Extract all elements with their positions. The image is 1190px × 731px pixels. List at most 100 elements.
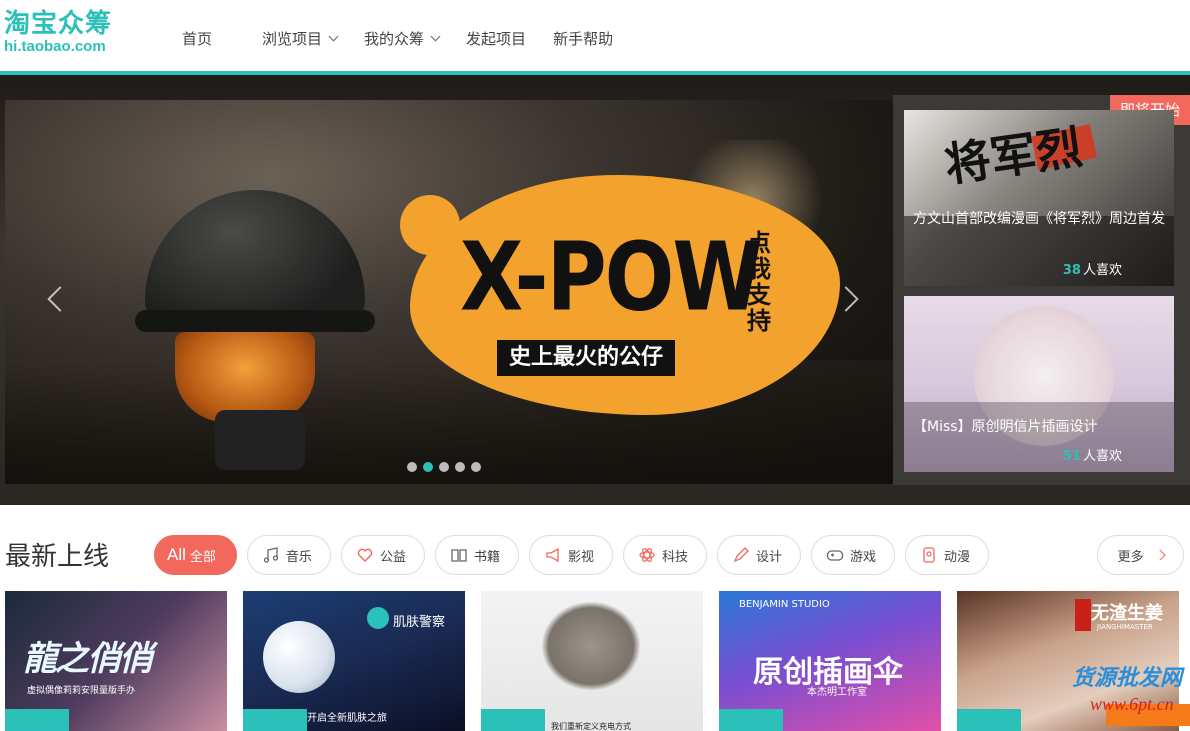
main-nav: 首页 浏览项目 我的众筹 发起项目 新手帮助 xyxy=(168,24,640,52)
likes-count: 38 xyxy=(1062,263,1081,278)
carousel-dot[interactable] xyxy=(471,462,481,472)
filter-chip-all[interactable]: All 全部 xyxy=(154,535,237,575)
filter-label: 影视 xyxy=(567,549,594,565)
nav-home[interactable]: 首页 xyxy=(182,24,212,52)
filter-label: 公益 xyxy=(379,549,406,565)
carousel-dot[interactable] xyxy=(423,462,433,472)
filter-label: 动漫 xyxy=(944,549,971,565)
thumb-subtitle: 虚拟偶像莉莉安限量版手办 xyxy=(27,686,136,696)
carousel-banner[interactable]: X-POW 点我支持 史上最火的公仔 xyxy=(5,100,893,484)
project-thumb[interactable]: 我们重新定义充电方式 xyxy=(481,591,703,731)
logo-domain: hi.taobao.com xyxy=(4,38,106,55)
skin-run-logo-icon xyxy=(367,607,389,629)
filter-label: 科技 xyxy=(661,549,688,565)
filter-label: 书籍 xyxy=(473,549,500,565)
latest-section-title: 最新上线 xyxy=(5,542,110,572)
project-thumb[interactable]: 龍之俏俏 虚拟偶像莉莉安限量版手办 xyxy=(5,591,227,731)
carousel-dot[interactable] xyxy=(407,462,417,472)
xpow-toy-figure xyxy=(135,190,385,470)
project-thumb[interactable]: 肌肤警察 开启全新肌肤之旅 xyxy=(243,591,465,731)
status-badge xyxy=(957,709,1021,731)
status-badge xyxy=(5,709,69,731)
seal-stamp xyxy=(1075,599,1091,631)
banner-support-cta[interactable]: 点我支持 xyxy=(743,230,775,334)
pencil-icon xyxy=(732,546,750,564)
more-label: 更多 xyxy=(1117,549,1144,565)
nav-start-label: 发起项目 xyxy=(466,29,527,48)
more-button[interactable]: 更多 xyxy=(1097,535,1184,575)
nav-browse-projects[interactable]: 浏览项目 xyxy=(262,24,339,52)
card-likes: 38 人喜欢 xyxy=(1063,259,1122,278)
category-filters: All 全部 音乐 公益 书籍 影视 科技 设计 游戏 动漫 xyxy=(154,535,999,575)
card-title: 方文山首部改编漫画《将军烈》周边首发 xyxy=(913,211,1165,227)
card-art-title: 将军烈 xyxy=(941,119,1086,193)
status-badge xyxy=(719,709,783,731)
thumb-subtitle: JIANGHIMASTER xyxy=(1097,623,1153,631)
taobao-zhongchou-logo[interactable]: 淘宝众筹 hi.taobao.com xyxy=(4,10,144,60)
filter-label: 全部 xyxy=(189,549,216,565)
toy-helmet xyxy=(145,190,365,330)
filter-chip-music[interactable]: 音乐 xyxy=(246,535,331,575)
watermark-text: 货源批发网 xyxy=(1072,666,1183,691)
carousel-dot[interactable] xyxy=(439,462,449,472)
status-badge xyxy=(243,709,307,731)
site-watermark: 货源批发网 www.6pt.cn xyxy=(1040,658,1190,726)
book-icon xyxy=(450,546,468,564)
thumb-brand: BENJAMIN STUDIO xyxy=(739,599,830,610)
toy-body xyxy=(215,410,305,470)
filter-chip-gamepad[interactable]: 游戏 xyxy=(811,535,896,575)
megaphone-icon xyxy=(544,546,562,564)
nav-help[interactable]: 新手帮助 xyxy=(553,24,613,52)
card-likes: 51 人喜欢 xyxy=(1063,445,1122,464)
logo-text: 淘宝众筹 xyxy=(4,9,113,39)
toy-face xyxy=(175,332,315,422)
filter-label: 设计 xyxy=(756,549,783,565)
nav-start-project[interactable]: 发起项目 xyxy=(466,24,526,52)
filter-chip-atom[interactable]: 科技 xyxy=(622,535,707,575)
badge-icon xyxy=(920,546,938,564)
filter-chip-pencil[interactable]: 设计 xyxy=(717,535,802,575)
top-header: 淘宝众筹 hi.taobao.com 首页 浏览项目 我的众筹 发起项目 新手帮… xyxy=(0,0,1190,72)
heart-icon xyxy=(356,546,374,564)
likes-count: 51 xyxy=(1062,449,1081,464)
thumb-subtitle: 本杰明工作室 xyxy=(807,687,867,698)
filter-chip-megaphone[interactable]: 影视 xyxy=(528,535,613,575)
gamepad-icon xyxy=(826,546,844,564)
music-icon xyxy=(262,546,280,564)
carousel-dot[interactable] xyxy=(455,462,465,472)
likes-suffix: 人喜欢 xyxy=(1082,263,1122,278)
carousel-dots xyxy=(407,462,487,472)
filter-all-prefix: All xyxy=(167,545,186,564)
filter-chip-heart[interactable]: 公益 xyxy=(340,535,425,575)
nav-my-crowdfunding[interactable]: 我的众筹 xyxy=(364,24,441,52)
chevron-right-icon xyxy=(1153,549,1166,561)
nav-home-label: 首页 xyxy=(182,29,213,48)
toy-helmet-rim xyxy=(135,310,375,332)
thumb-subtitle: 开启全新肌肤之旅 xyxy=(307,713,387,724)
thumb-art-title: 龍之俏俏 xyxy=(23,639,153,679)
filter-label: 游戏 xyxy=(850,549,877,565)
device-sphere xyxy=(263,621,335,693)
nav-help-label: 新手帮助 xyxy=(553,29,614,48)
chevron-down-icon xyxy=(430,31,441,41)
thumb-brand: 肌肤警察 xyxy=(393,615,446,630)
thumb-art-title: 无渣生姜 xyxy=(1091,603,1163,624)
filter-chip-book[interactable]: 书籍 xyxy=(434,535,519,575)
nav-browse-label: 浏览项目 xyxy=(262,29,323,48)
thumb-subtitle: 我们重新定义充电方式 xyxy=(551,722,631,731)
chevron-down-icon xyxy=(328,31,339,41)
status-badge xyxy=(481,709,545,731)
filter-chip-badge[interactable]: 动漫 xyxy=(905,535,990,575)
upcoming-card[interactable]: 将军烈 方文山首部改编漫画《将军烈》周边首发 38 人喜欢 xyxy=(904,110,1174,286)
banner-headline: X-POW xyxy=(460,223,763,333)
nav-my-label: 我的众筹 xyxy=(364,29,425,48)
card-title: 【Miss】原创明信片插画设计 xyxy=(913,419,1098,435)
filter-label: 音乐 xyxy=(285,549,312,565)
carousel-prev-arrow-icon[interactable] xyxy=(47,286,73,312)
elephant-art xyxy=(541,601,641,691)
upcoming-card[interactable]: 【Miss】原创明信片插画设计 51 人喜欢 xyxy=(904,296,1174,472)
likes-suffix: 人喜欢 xyxy=(1082,449,1122,464)
project-thumb[interactable]: BENJAMIN STUDIO 原创插画伞 本杰明工作室 xyxy=(719,591,941,731)
banner-tagline: 史上最火的公仔 xyxy=(497,340,676,376)
watermark-url: www.6pt.cn xyxy=(1090,694,1174,714)
